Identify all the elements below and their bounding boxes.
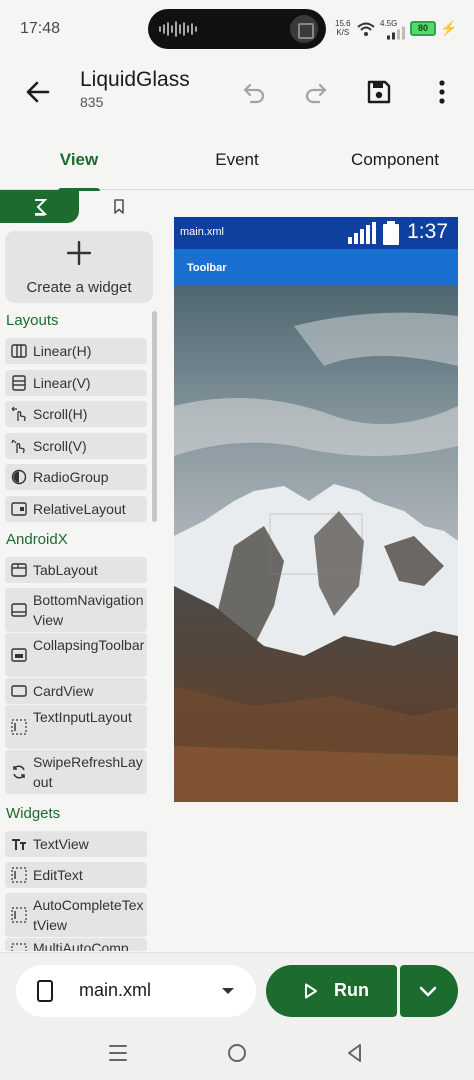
preview-toolbar: Toolbar xyxy=(174,249,458,286)
dropdown-arrow-icon xyxy=(222,988,234,994)
palette-item-textview[interactable]: TextView xyxy=(5,831,147,857)
linear-horizontal-icon xyxy=(11,344,27,358)
charging-icon: ⚡ xyxy=(440,20,458,36)
palette-item-collapsingtoolbar[interactable]: CollapsingToolbar xyxy=(5,633,147,677)
preview-toolbar-title: Toolbar xyxy=(187,262,227,274)
bottom-action-bar: main.xml Run xyxy=(0,952,474,1028)
palette-item-linear-v[interactable]: Linear(V) xyxy=(5,370,147,396)
project-title: LiquidGlass xyxy=(80,68,190,91)
recents-menu-icon[interactable] xyxy=(108,1043,128,1063)
text-view-icon xyxy=(12,839,26,850)
palette-tabs xyxy=(0,190,160,223)
preview-clock: 1:37 xyxy=(407,220,448,243)
chevron-down-icon xyxy=(419,986,437,997)
swipe-horizontal-icon xyxy=(11,406,26,422)
phone-file-icon xyxy=(37,980,53,1002)
run-button[interactable]: Run xyxy=(266,965,397,1017)
palette-item-autocompletetextview[interactable]: AutoCompleteTextView xyxy=(5,893,147,937)
palette-scrollbar[interactable] xyxy=(152,311,157,522)
undo-icon xyxy=(243,83,265,104)
collapsing-toolbar-icon xyxy=(11,648,27,662)
palette-tab-bookmarks[interactable] xyxy=(80,190,158,223)
palette-item-swiperefreshlayout[interactable]: SwipeRefreshLayout xyxy=(5,750,147,794)
palette-item-multiautocomplete[interactable]: MultiAutoComp xyxy=(5,938,147,951)
create-widget-button[interactable]: Create a widget xyxy=(5,231,153,303)
more-vert-icon xyxy=(439,80,445,104)
back-arrow-icon[interactable] xyxy=(22,76,54,108)
palette-item-relativelayout[interactable]: RelativeLayout xyxy=(5,496,147,522)
radio-group-icon xyxy=(11,469,27,485)
preview-file-label: main.xml xyxy=(180,226,225,238)
widget-palette: Layouts Linear(H) Linear(V) Scroll(H) Sc… xyxy=(0,306,160,951)
tab-view[interactable]: View xyxy=(0,130,158,191)
palette-item-tablayout[interactable]: TabLayout xyxy=(5,557,147,583)
run-options-button[interactable] xyxy=(400,965,458,1017)
wifi-icon xyxy=(357,22,375,36)
swipe-vertical-icon xyxy=(11,439,25,454)
palette-item-scroll-v[interactable]: Scroll(V) xyxy=(5,433,147,459)
section-androidx: AndroidX xyxy=(6,531,68,548)
palette-item-textinputlayout[interactable]: TextInputLayout xyxy=(5,705,147,749)
card-view-icon xyxy=(11,685,27,697)
top-app-bar: LiquidGlass 835 xyxy=(0,58,474,130)
plus-icon xyxy=(67,241,91,265)
battery-icon: 80 xyxy=(410,21,436,36)
current-file-name: main.xml xyxy=(79,980,152,1000)
tab-layout-icon xyxy=(11,563,27,577)
tab-component[interactable]: Component xyxy=(316,130,474,190)
media-thumbnail-icon[interactable] xyxy=(290,15,318,43)
multi-autocomplete-icon xyxy=(11,943,27,951)
autocomplete-icon xyxy=(11,907,27,923)
palette-item-edittext[interactable]: EditText xyxy=(5,862,147,888)
home-circle-icon[interactable] xyxy=(227,1043,247,1063)
status-time: 17:48 xyxy=(20,20,61,37)
app-root: 17:48 15.6 K/S 4.5G 80 ⚡ LiquidGlass 835… xyxy=(0,0,474,1080)
palette-item-cardview[interactable]: CardView xyxy=(5,678,147,704)
run-label: Run xyxy=(334,980,369,1000)
mountain-background-image xyxy=(174,286,458,802)
palette-tab-widgets[interactable] xyxy=(0,190,79,223)
preview-signal-icon xyxy=(348,222,376,244)
save-button[interactable] xyxy=(361,74,397,110)
edit-text-icon xyxy=(11,867,27,883)
linear-vertical-icon xyxy=(12,375,26,391)
palette-item-bottomnavigationview[interactable]: BottomNavigationView xyxy=(5,588,147,632)
bottom-navigation-icon xyxy=(11,603,27,617)
cell-signal-icon xyxy=(387,26,405,40)
section-layouts: Layouts xyxy=(6,312,59,329)
palette-item-scroll-h[interactable]: Scroll(H) xyxy=(5,401,147,427)
back-triangle-icon[interactable] xyxy=(345,1043,365,1063)
network-speed: 15.6 K/S xyxy=(335,19,351,37)
preview-battery-icon xyxy=(383,221,399,245)
file-selector[interactable]: main.xml xyxy=(16,965,256,1017)
audio-wave-icon xyxy=(159,21,197,37)
dynamic-island xyxy=(148,9,326,49)
redo-icon xyxy=(305,83,327,104)
bookmark-icon xyxy=(114,199,124,214)
preview-status-bar: main.xml 1:37 xyxy=(174,217,458,249)
refresh-icon xyxy=(13,765,25,779)
palette-item-radiogroup[interactable]: RadioGroup xyxy=(5,464,147,490)
text-input-icon xyxy=(11,719,27,735)
relative-layout-icon xyxy=(11,502,27,516)
palette-item-linear-h[interactable]: Linear(H) xyxy=(5,338,147,364)
play-icon xyxy=(305,983,317,999)
save-icon xyxy=(367,80,391,104)
overflow-menu-button[interactable] xyxy=(424,74,460,110)
tab-event[interactable]: Event xyxy=(158,130,316,190)
system-status-bar: 17:48 15.6 K/S 4.5G 80 ⚡ xyxy=(0,0,474,58)
redo-button[interactable] xyxy=(298,74,334,110)
undo-button[interactable] xyxy=(236,74,272,110)
layout-preview[interactable]: main.xml 1:37 Toolbar xyxy=(174,217,458,802)
project-id: 835 xyxy=(80,94,104,110)
create-widget-label: Create a widget xyxy=(26,279,132,296)
widgets-palette-icon xyxy=(34,198,47,216)
editor-tabs: View Event Component xyxy=(0,130,474,191)
system-navigation-bar xyxy=(0,1028,474,1080)
section-widgets: Widgets xyxy=(6,805,61,822)
